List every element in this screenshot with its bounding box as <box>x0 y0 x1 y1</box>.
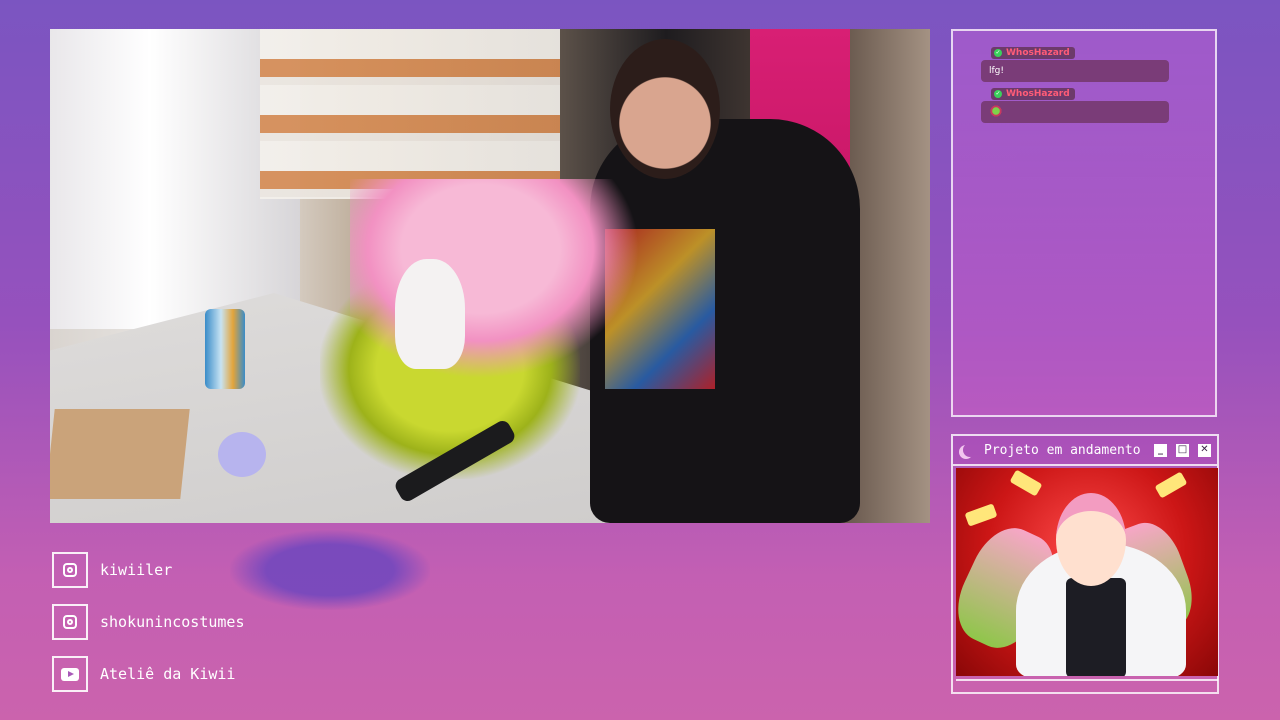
project-character-art <box>956 468 1218 676</box>
computer-mouse <box>218 432 266 477</box>
verified-icon: ✓ <box>994 49 1002 57</box>
decor-streak <box>1009 469 1043 497</box>
cardboard-box <box>50 409 190 499</box>
decorative-cloud <box>230 530 430 610</box>
social-icon-box <box>52 656 88 692</box>
chat-text: lfg! <box>989 66 1004 76</box>
instagram-icon <box>63 563 77 577</box>
project-title: Projeto em andamento <box>984 442 1141 458</box>
webcam-feed <box>50 29 930 523</box>
chat-username: WhosHazard <box>1006 89 1070 99</box>
project-window: Projeto em andamento _ □ ✕ <box>951 434 1219 694</box>
social-instagram-shokunincostumes[interactable]: shokunincostumes <box>52 604 245 640</box>
character-face <box>1056 493 1126 586</box>
social-icon-box <box>52 604 88 640</box>
shelf <box>260 29 560 199</box>
social-label: Ateliê da Kiwii <box>100 665 236 683</box>
instagram-icon <box>63 615 77 629</box>
character-uniform <box>1066 578 1126 676</box>
chat-bubble: lfg! <box>981 60 1169 82</box>
streamer-head <box>610 39 720 179</box>
chat-bubble <box>981 101 1169 123</box>
pink-wig <box>350 179 640 379</box>
project-titlebar: Projeto em andamento _ □ ✕ <box>953 436 1217 466</box>
chat-panel: ✓ WhosHazard lfg! ✓ WhosHazard <box>951 29 1217 417</box>
close-icon[interactable]: ✕ <box>1198 443 1211 457</box>
chat-message: ✓ WhosHazard lfg! <box>981 39 1169 82</box>
social-youtube-atelie[interactable]: Ateliê da Kiwii <box>52 656 235 692</box>
chat-username: WhosHazard <box>1006 48 1070 58</box>
minimize-icon[interactable]: _ <box>1154 443 1167 457</box>
moon-icon <box>963 443 977 457</box>
mannequin-head <box>395 259 465 369</box>
youtube-icon <box>61 667 79 681</box>
social-icon-box <box>52 552 88 588</box>
drink-can <box>205 309 245 389</box>
decor-streak <box>964 503 998 527</box>
social-instagram-kiwiiler[interactable]: kiwiiler <box>52 552 172 588</box>
verified-icon: ✓ <box>994 90 1002 98</box>
project-window-footer <box>956 679 1218 693</box>
social-label: kiwiiler <box>100 561 173 579</box>
chat-username-badge: ✓ WhosHazard <box>991 47 1075 59</box>
chat-username-badge: ✓ WhosHazard <box>991 88 1075 100</box>
decor-streak <box>1154 471 1188 499</box>
green-demon-emote-icon <box>989 105 1003 117</box>
maximize-icon[interactable]: □ <box>1176 443 1189 457</box>
chat-message: ✓ WhosHazard <box>981 80 1169 123</box>
social-label: shokunincostumes <box>100 613 245 631</box>
